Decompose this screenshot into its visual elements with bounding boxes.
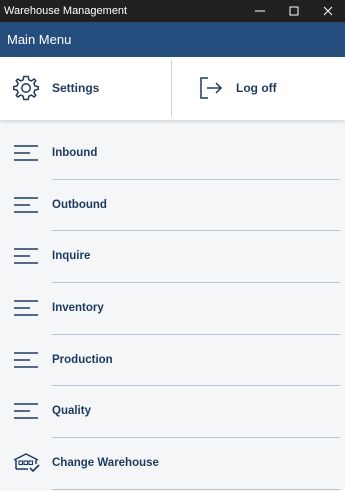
window-titlebar: Warehouse Management: [0, 0, 345, 22]
menu-item-label: Outbound: [52, 198, 107, 211]
menu-lines-icon: [13, 195, 41, 215]
settings-label: Settings: [52, 81, 100, 95]
gear-icon: [12, 74, 40, 102]
logoff-icon: [198, 75, 224, 101]
page-title: Main Menu: [7, 32, 72, 47]
menu-item-label: Inquire: [52, 250, 91, 263]
app-header: Main Menu: [0, 22, 345, 57]
minimize-button[interactable]: [243, 0, 277, 22]
menu-item-divider: [52, 488, 340, 490]
menu-item-change-warehouse[interactable]: Change Warehouse: [0, 438, 345, 490]
menu-item-inquire[interactable]: Inquire: [0, 231, 345, 284]
menu-lines-icon: [13, 143, 41, 163]
main-menu-list: Inbound Outbound Inquire Inventory Produ…: [0, 128, 345, 490]
menu-item-outbound[interactable]: Outbound: [0, 180, 345, 232]
menu-item-production[interactable]: Production: [0, 335, 345, 387]
menu-item-label: Quality: [52, 405, 91, 418]
close-button[interactable]: [311, 0, 345, 22]
minimize-icon: [255, 10, 265, 12]
menu-item-label: Inbound: [52, 147, 98, 159]
close-icon: [323, 6, 333, 16]
logoff-label: Log off: [236, 81, 277, 95]
menu-item-label: Production: [52, 353, 113, 366]
menu-item-inbound[interactable]: Inbound: [0, 128, 345, 180]
warehouse-icon: [13, 453, 41, 473]
menu-lines-icon: [13, 401, 41, 421]
menu-item-inventory[interactable]: Inventory: [0, 283, 345, 335]
maximize-icon: [289, 6, 299, 16]
window-title: Warehouse Management: [4, 5, 128, 17]
menu-item-label: Inventory: [52, 302, 104, 315]
menu-item-quality[interactable]: Quality: [0, 386, 345, 439]
maximize-button[interactable]: [277, 0, 311, 22]
menu-lines-icon: [13, 298, 41, 318]
menu-item-label: Change Warehouse: [52, 457, 159, 470]
logoff-button[interactable]: Log off: [172, 57, 345, 120]
menu-lines-icon: [13, 350, 41, 370]
top-action-band: Settings Log off: [0, 57, 345, 120]
settings-button[interactable]: Settings: [0, 57, 171, 120]
menu-lines-icon: [13, 246, 41, 266]
